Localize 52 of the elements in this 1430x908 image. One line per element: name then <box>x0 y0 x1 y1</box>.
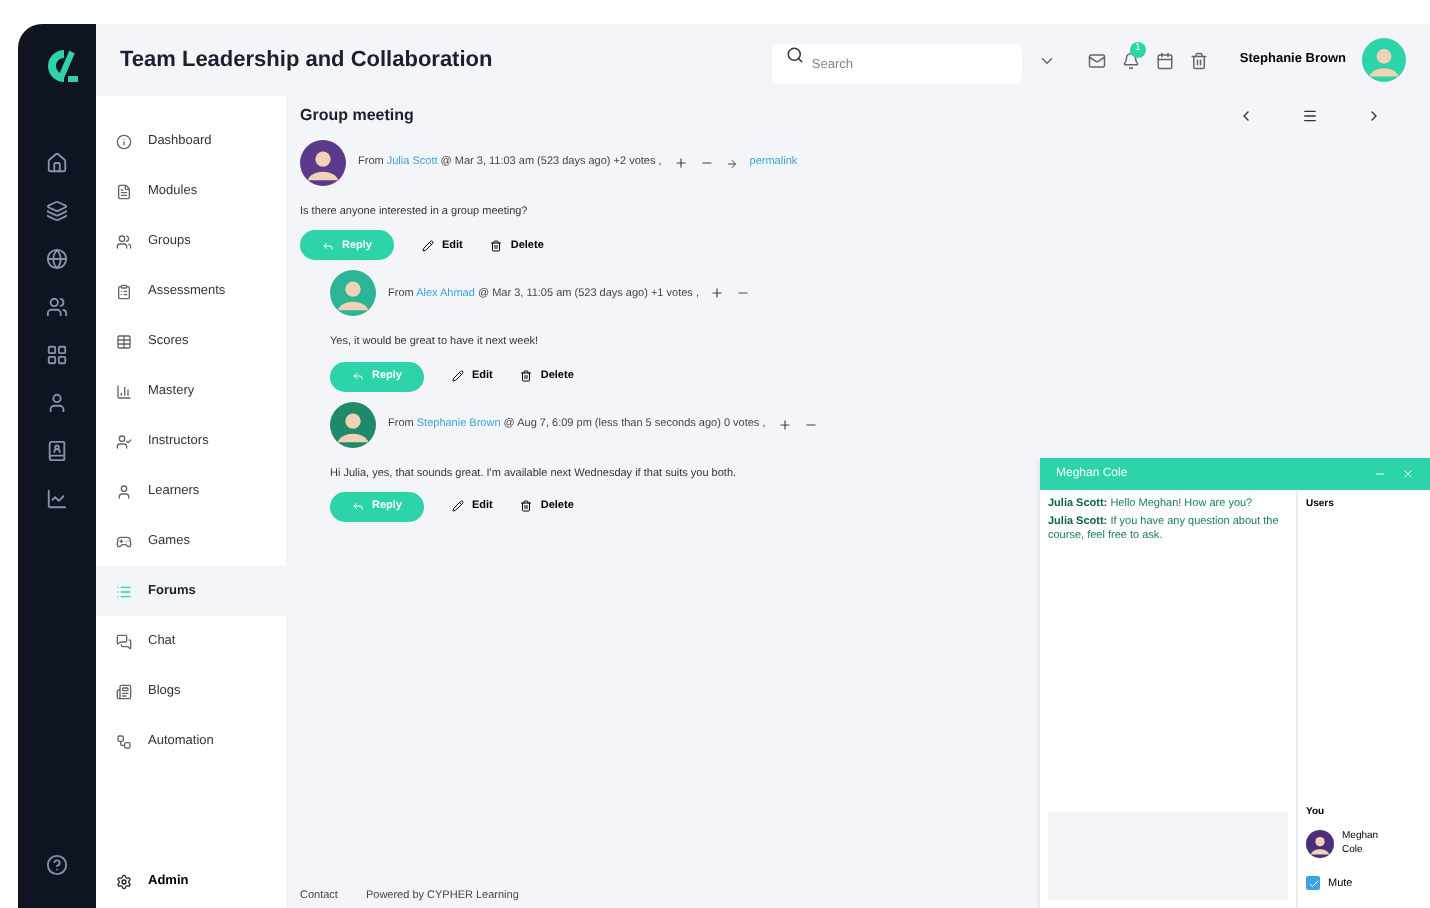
reply-icon <box>352 370 364 382</box>
upvote-icon[interactable] <box>777 417 792 431</box>
trash-icon <box>520 500 533 513</box>
pencil-icon <box>451 500 464 513</box>
rail-nav-icon[interactable] <box>46 152 68 174</box>
search-icon <box>785 46 804 65</box>
nav-icon <box>116 533 132 549</box>
nav-icon <box>116 183 132 199</box>
thread-title: Group meeting <box>300 104 416 128</box>
nav-icon <box>116 433 132 449</box>
rail-nav-icon[interactable] <box>46 488 68 510</box>
arrow-icon <box>725 157 738 169</box>
rail-nav-icon[interactable] <box>46 392 68 414</box>
rail-nav-icon[interactable] <box>46 296 68 318</box>
avatar-icon <box>300 140 346 186</box>
upvote-icon[interactable] <box>673 156 688 170</box>
pencil-icon <box>421 239 434 252</box>
trash-icon <box>490 239 503 252</box>
reply-icon <box>352 500 364 513</box>
trash-icon[interactable] <box>1189 51 1208 69</box>
mute-checkbox[interactable] <box>1306 876 1320 891</box>
avatar-icon <box>330 401 376 447</box>
nav-icon <box>116 733 132 749</box>
bell-icon[interactable] <box>1121 51 1140 69</box>
avatar-icon <box>1362 38 1406 82</box>
nav-icon <box>116 383 132 399</box>
avatar-icon <box>1306 830 1334 859</box>
gear-icon <box>116 874 132 891</box>
reply-icon <box>322 239 334 252</box>
avatar-icon <box>330 270 376 317</box>
nav-icon <box>116 583 132 599</box>
mail-icon[interactable] <box>1087 51 1106 69</box>
calendar-icon[interactable] <box>1155 51 1174 69</box>
nav-icon <box>116 133 132 149</box>
rail-nav-icon[interactable] <box>46 200 68 222</box>
nav-icon <box>116 633 132 649</box>
trash-icon <box>520 370 533 382</box>
menu-icon[interactable] <box>1302 108 1318 124</box>
nav-icon <box>116 283 132 299</box>
rail-nav-icon[interactable] <box>46 440 68 462</box>
pencil-icon <box>451 370 464 382</box>
rail-nav-icon[interactable] <box>46 248 68 270</box>
rail-nav-icon[interactable] <box>46 344 68 366</box>
nav-icon <box>116 483 132 499</box>
help-icon[interactable] <box>46 854 68 876</box>
course-title: Team Leadership and Collaboration <box>120 45 495 76</box>
upvote-icon[interactable] <box>710 286 725 301</box>
next-icon[interactable] <box>1366 108 1382 124</box>
nav-icon <box>116 233 132 249</box>
nav-icon <box>116 333 132 349</box>
previous-icon[interactable] <box>1238 108 1254 124</box>
nav-icon <box>116 683 132 699</box>
